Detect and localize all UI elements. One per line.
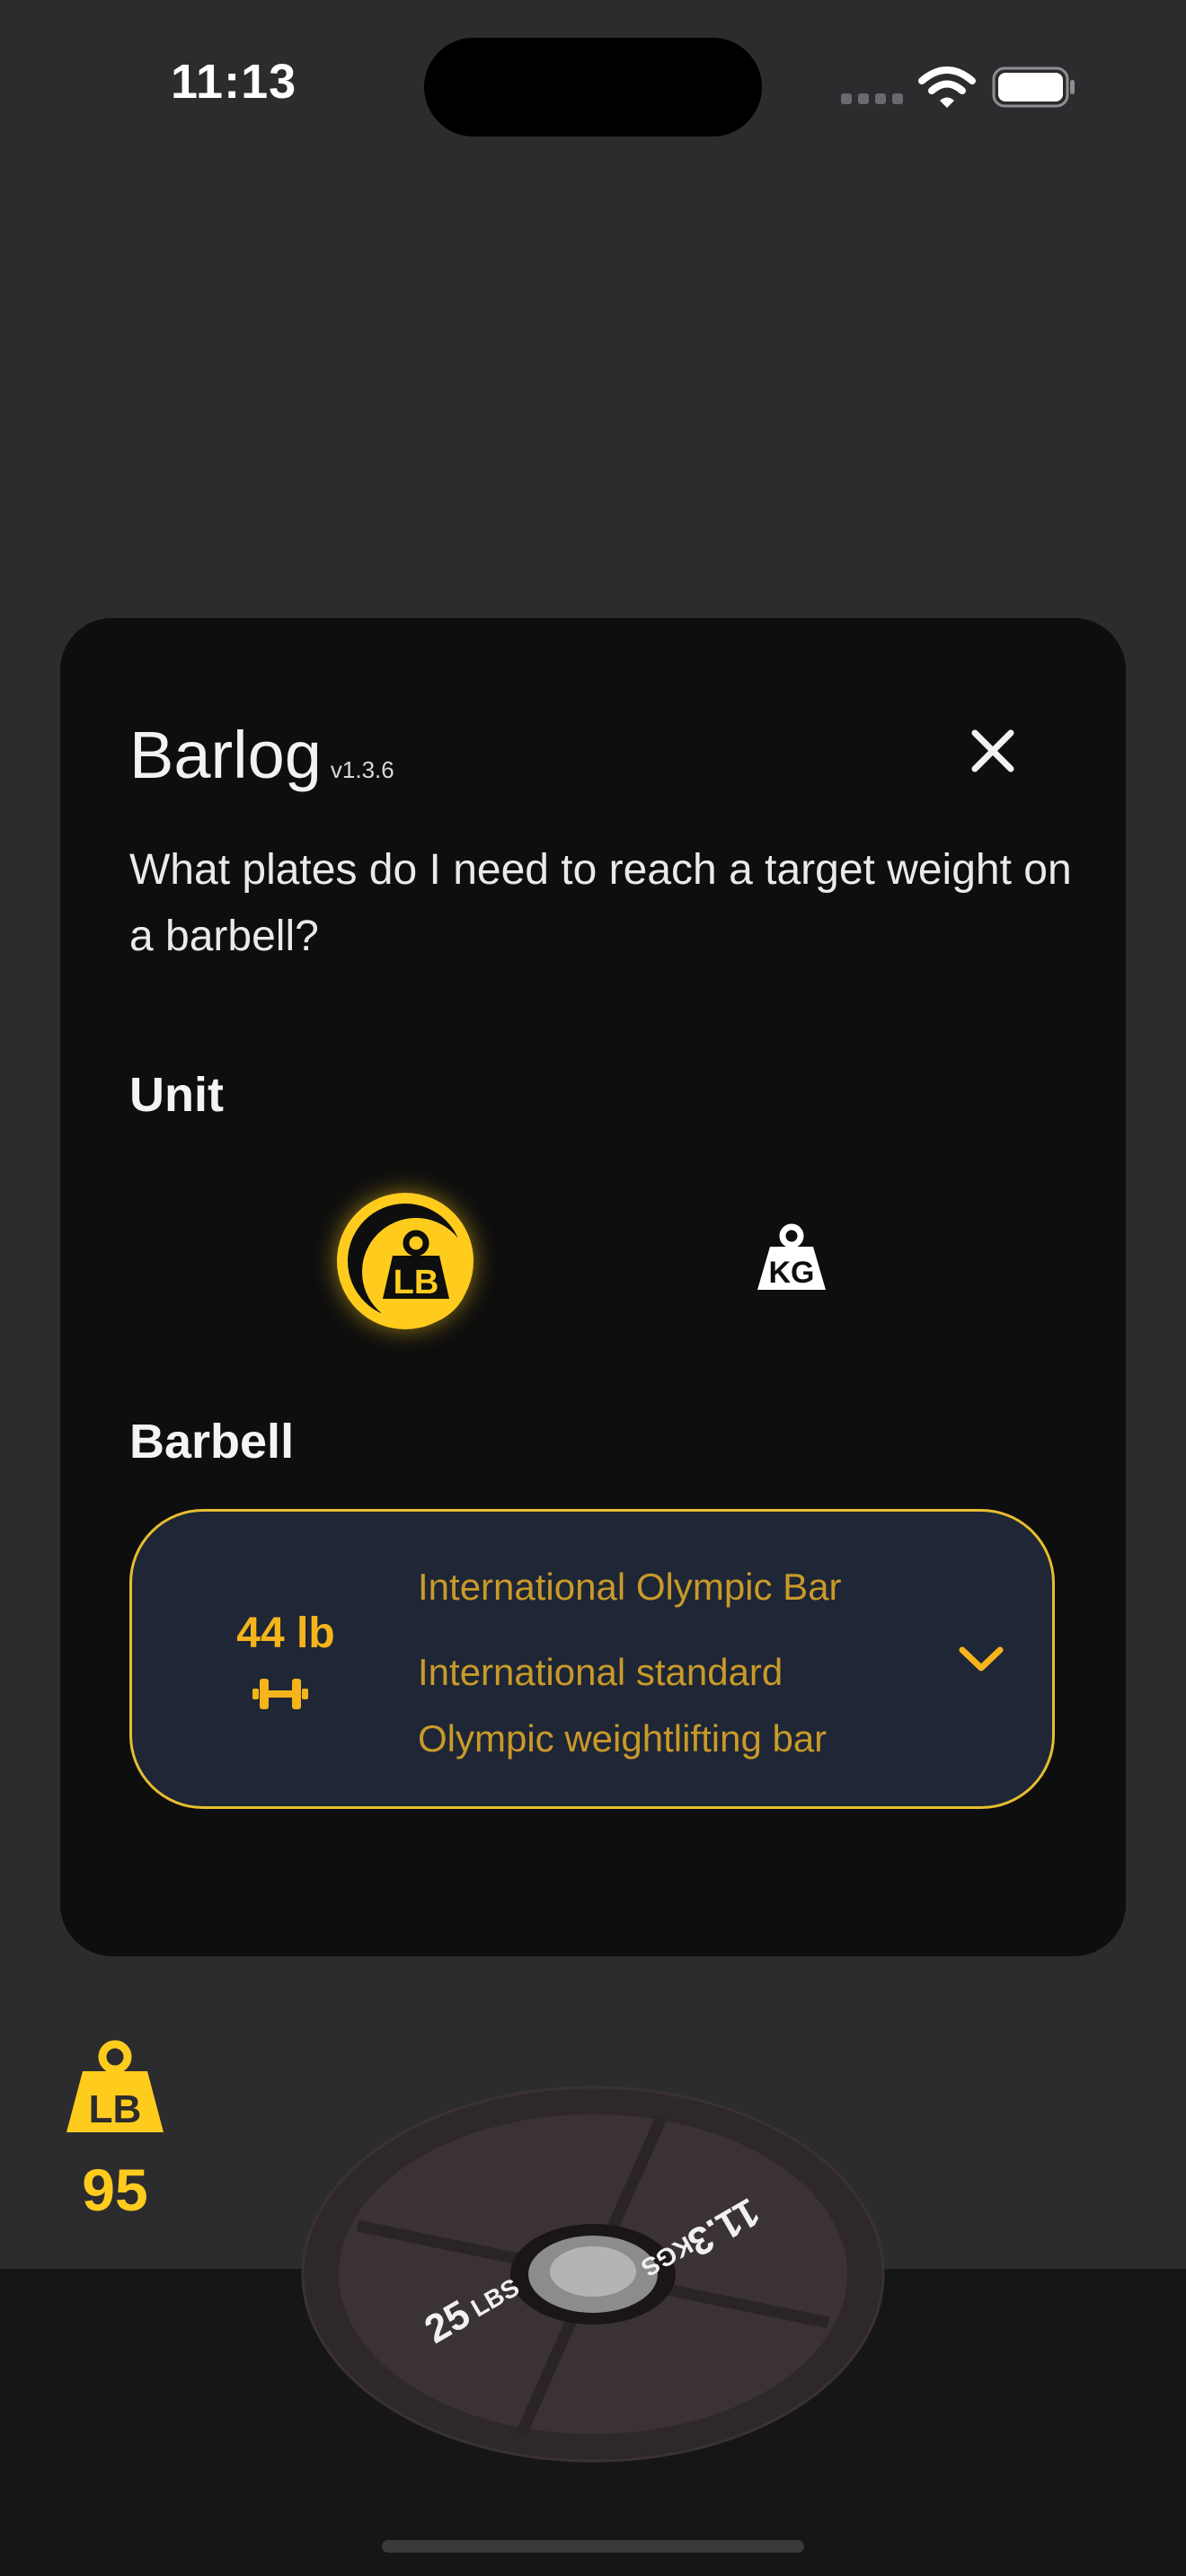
status-time: 11:13: [171, 55, 297, 109]
barbell-name: International Olympic Bar: [418, 1566, 842, 1608]
chevron-down-icon: [959, 1646, 1004, 1672]
close-icon: [971, 729, 1014, 772]
app-description: What plates do I need to reach a target …: [129, 846, 1072, 960]
wifi-icon: [918, 66, 976, 108]
svg-text:LB: LB: [394, 1264, 439, 1301]
dynamic-island: [424, 38, 762, 137]
svg-text:LB: LB: [89, 2087, 142, 2131]
title-row: Barlog v1.3.6: [129, 717, 394, 793]
app-version: v1.3.6: [330, 756, 394, 783]
cellular-signal-icon: [841, 93, 903, 104]
unit-option-kg[interactable]: KG: [732, 1202, 851, 1320]
svg-text:KG: KG: [769, 1256, 815, 1290]
kg-weight-icon: KG: [757, 1223, 826, 1290]
weight-plate[interactable]: 25 LBS 11.3 KGS: [300, 2082, 886, 2463]
barbell-weight: 44 lb: [236, 1610, 335, 1657]
battery-icon: [992, 66, 1075, 108]
current-weight-value: 95: [82, 2157, 148, 2223]
barbell-description: International standard Olympic weightlif…: [418, 1651, 828, 1760]
current-unit-lb-icon: LB: [66, 2040, 164, 2132]
unit-section-label: Unit: [129, 1068, 224, 1122]
barbell-icon: [252, 1679, 308, 1709]
lb-weight-icon: LB: [362, 1218, 470, 1326]
barbell-section-label: Barbell: [129, 1415, 295, 1469]
close-button[interactable]: [966, 724, 1020, 778]
settings-modal: Barlog v1.3.6 What plates do I need to r…: [60, 618, 1126, 1956]
unit-option-lb[interactable]: LB: [337, 1193, 474, 1329]
barbell-select[interactable]: 44 lb International Olympic Bar Internat…: [129, 1509, 1055, 1809]
app-title: Barlog: [129, 718, 322, 792]
home-indicator[interactable]: [382, 2540, 804, 2553]
